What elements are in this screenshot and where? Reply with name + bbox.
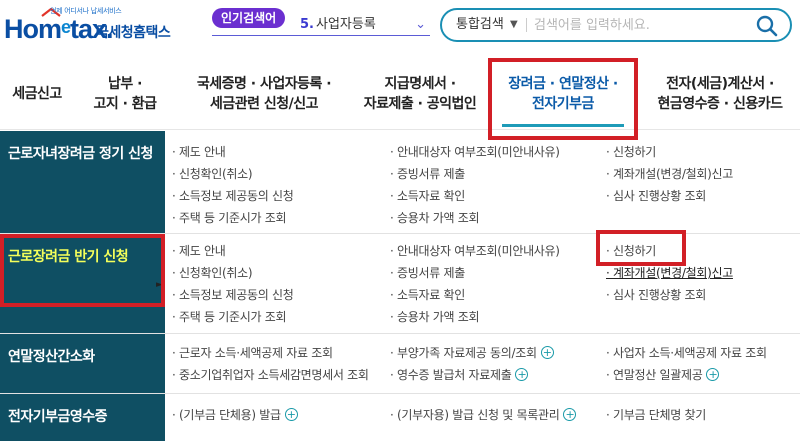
chevron-down-icon[interactable]: ⌄ (415, 17, 426, 32)
link-donation-org-issue[interactable]: · (기부금 단체용) 발급 + (172, 404, 298, 426)
link-application-check[interactable]: · 신청확인(취소) (172, 163, 253, 185)
link-car-value[interactable]: · 승용차 가액 조회 (390, 306, 480, 328)
link-donation-org-issue-label: · (기부금 단체용) 발급 (172, 408, 281, 422)
menu-e-invoice-receipt[interactable]: 전자(세금)계산서 · 현금영수증 · 신용카드 (640, 58, 800, 130)
link-business-deduction[interactable]: · 사업자 소득·세액공제 자료 조회 (606, 342, 767, 364)
plus-icon[interactable]: + (515, 368, 529, 381)
link-document-submit[interactable]: · 증빙서류 제출 (390, 163, 465, 185)
search-divider (526, 18, 527, 32)
link-dependent-consent[interactable]: · 부양가족 자료제공 동의/조회 + (390, 342, 554, 364)
menu-payment-refund[interactable]: 납부 · 고지 · 환급 (80, 58, 170, 130)
link-application-check[interactable]: · 신청확인(취소) (172, 262, 253, 284)
popular-search-badge: 인기검색어 (212, 8, 286, 28)
section-e-donation-receipt: 전자기부금영수증 · (기부금 단체용) 발급 + · (기부자용) 발급 신청 … (0, 394, 800, 441)
main-menu: 세금신고 납부 · 고지 · 환급 국세증명 · 사업자등록 · 세금관련 신청… (0, 58, 800, 140)
active-menu-highlight (488, 58, 638, 140)
plus-icon[interactable]: + (706, 368, 720, 381)
link-housing-price[interactable]: · 주택 등 기준시가 조회 (172, 306, 287, 328)
link-system-guide[interactable]: · 제도 안내 (172, 240, 226, 262)
plus-icon[interactable]: + (284, 408, 298, 421)
link-eligibility-check[interactable]: · 안내대상자 여부조회(미안내사유) (390, 240, 560, 262)
menu-certificate-registration[interactable]: 국세증명 · 사업자등록 · 세금관련 신청/신고 (170, 58, 358, 130)
menu-tax-filing[interactable]: 세금신고 (0, 58, 74, 130)
link-worker-deduction[interactable]: · 근로자 소득·세액공제 자료 조회 (172, 342, 333, 364)
hometax-logo[interactable]: 언제 어디서나 납세서비스 Hometax. 국세청홈택스 (4, 6, 174, 50)
link-donor-issue[interactable]: · (기부자용) 발급 신청 및 목록관리 + (390, 404, 577, 426)
link-eligibility-check[interactable]: · 안내대상자 여부조회(미안내사유) (390, 141, 560, 163)
link-income-data[interactable]: · 소득자료 확인 (390, 284, 465, 306)
section-title[interactable]: 근로자녀장려금 정기 신청 (0, 131, 165, 233)
search-input[interactable] (534, 14, 734, 36)
logo-korean-name: 국세청홈택스 (96, 25, 171, 41)
link-review-status[interactable]: · 심사 진행상황 조회 (606, 185, 706, 207)
link-review-status[interactable]: · 심사 진행상황 조회 (606, 284, 706, 306)
link-donation-org-search[interactable]: · 기부금 단체명 찾기 (606, 404, 706, 426)
highlight-section-box (0, 234, 165, 307)
link-dependent-consent-label: · 부양가족 자료제공 동의/조회 (390, 346, 537, 360)
link-yearend-bulk-label: · 연말정산 일괄제공 (606, 368, 703, 382)
section-yearend-simplified: 연말정산간소화 · 근로자 소득·세액공제 자료 조회 · 중소기업취업자 소득… (0, 334, 800, 394)
section-earned-child-regular: 근로자녀장려금 정기 신청 · 제도 안내 · 신청확인(취소) · 소득정보 … (0, 131, 800, 234)
plus-icon[interactable]: + (563, 408, 577, 421)
link-sme-reduction[interactable]: · 중소기업취업자 소득세감면명세서 조회 (172, 364, 369, 386)
section-title[interactable]: 연말정산간소화 (0, 334, 165, 393)
link-donor-issue-label: · (기부자용) 발급 신청 및 목록관리 (390, 408, 560, 422)
search-category-select[interactable]: 통합검색 (456, 10, 504, 40)
popular-term[interactable]: 사업자등록 (316, 14, 376, 36)
popular-rank: 5. (300, 17, 314, 32)
menu-payment-statement[interactable]: 지급명세서 · 자료제출 · 공익법인 (350, 58, 490, 130)
link-car-value[interactable]: · 승용차 가액 조회 (390, 207, 480, 229)
caret-down-icon[interactable]: ▼ (510, 10, 518, 40)
link-housing-price[interactable]: · 주택 등 기준시가 조회 (172, 207, 287, 229)
highlight-apply-box (596, 230, 686, 266)
link-income-consent[interactable]: · 소득정보 제공동의 신청 (172, 284, 294, 306)
submenu-panel: 근로자녀장려금 정기 신청 · 제도 안내 · 신청확인(취소) · 소득정보 … (0, 131, 800, 441)
link-receipt-submit[interactable]: · 영수증 발급처 자료제출 + (390, 364, 529, 386)
header: 언제 어디서나 납세서비스 Hometax. 국세청홈택스 5. 사업자등록 ⌄… (0, 0, 800, 58)
search-icon[interactable] (754, 13, 780, 39)
link-account-report[interactable]: · 계좌개설(변경/철회)신고 (606, 163, 733, 185)
link-system-guide[interactable]: · 제도 안내 (172, 141, 226, 163)
link-document-submit[interactable]: · 증빙서류 제출 (390, 262, 465, 284)
link-yearend-bulk[interactable]: · 연말정산 일괄제공 + (606, 364, 720, 386)
search-box: 통합검색 ▼ (440, 8, 792, 42)
link-income-data[interactable]: · 소득자료 확인 (390, 185, 465, 207)
plus-icon[interactable]: + (540, 346, 554, 359)
link-income-consent[interactable]: · 소득정보 제공동의 신청 (172, 185, 294, 207)
link-receipt-submit-label: · 영수증 발급처 자료제출 (390, 368, 512, 382)
section-title[interactable]: 전자기부금영수증 (0, 394, 165, 441)
link-apply[interactable]: · 신청하기 (606, 141, 656, 163)
